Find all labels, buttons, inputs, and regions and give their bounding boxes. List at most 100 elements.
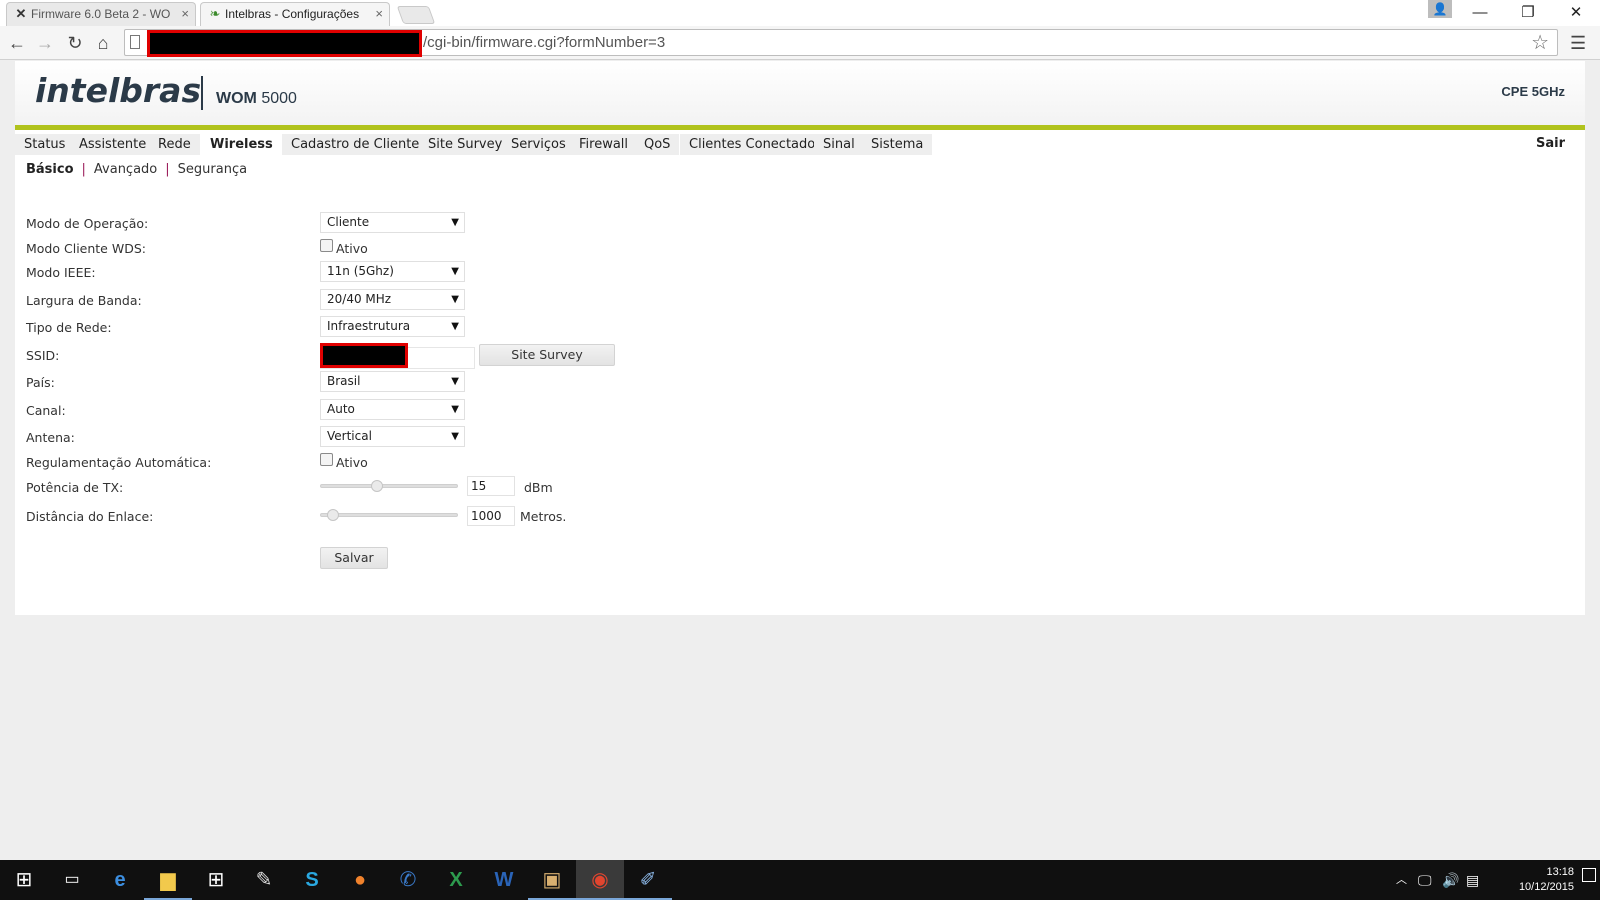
unit-metros: Metros. — [520, 509, 567, 524]
main-nav: Status Assistente Rede Wireless Cadastro… — [15, 130, 1585, 155]
input-potencia[interactable]: 15 — [467, 476, 515, 496]
bookmark-star-icon[interactable]: ☆ — [1531, 31, 1549, 55]
edge-icon[interactable]: e — [96, 860, 144, 900]
nav-qos[interactable]: QoS — [635, 134, 680, 155]
minimize-button[interactable]: — — [1460, 0, 1500, 26]
dropdown-arrow-icon: ▼ — [451, 266, 459, 277]
word-icon[interactable]: W — [480, 860, 528, 900]
select-canal[interactable]: Auto ▼ — [320, 399, 465, 420]
tab-firmware[interactable]: ✕ Firmware 6.0 Beta 2 - WO × — [6, 2, 196, 26]
tab-close-icon[interactable]: × — [181, 3, 189, 25]
reload-icon[interactable]: ↻ — [62, 30, 88, 56]
home-icon[interactable]: ⌂ — [90, 30, 116, 56]
nav-clientes-conectados[interactable]: Clientes Conectados — [680, 134, 831, 155]
redacted-host — [147, 30, 422, 57]
skype-icon[interactable]: S — [288, 860, 336, 900]
subnav-seguranca[interactable]: Segurança — [178, 162, 247, 177]
nav-sistema[interactable]: Sistema — [862, 134, 933, 155]
close-window-button[interactable]: ✕ — [1556, 0, 1596, 26]
paint-icon[interactable]: ✐ — [624, 860, 672, 900]
nav-servicos[interactable]: Serviços — [502, 134, 575, 155]
slider-thumb[interactable] — [327, 509, 339, 521]
x-logo-icon: ✕ — [15, 6, 27, 21]
label-antena: Antena: — [26, 430, 75, 445]
slider-thumb[interactable] — [371, 480, 383, 492]
page-header: intelbras WOM 5000 CPE 5GHz — [15, 61, 1585, 125]
select-antena[interactable]: Vertical ▼ — [320, 426, 465, 447]
ssid-redacted — [320, 343, 408, 368]
label-regulamentacao: Regulamentação Automática: — [26, 455, 212, 470]
checkbox-modo-wds[interactable] — [320, 239, 333, 252]
address-bar[interactable]: /cgi-bin/firmware.cgi?formNumber=3 ☆ — [124, 29, 1558, 57]
message-icon[interactable]: ▤ — [1466, 860, 1479, 900]
select-modo-ieee[interactable]: 11n (5Ghz) ▼ — [320, 261, 465, 282]
subnav-basico[interactable]: Básico — [26, 162, 74, 177]
phone-app-icon[interactable]: ✆ — [384, 860, 432, 900]
firefox-icon[interactable]: ● — [336, 860, 384, 900]
taskbar-clock[interactable]: 13:18 10/12/2015 — [1519, 865, 1574, 895]
dropdown-arrow-icon: ▼ — [451, 321, 459, 332]
browser-toolbar: ← → ↻ ⌂ /cgi-bin/firmware.cgi?formNumber… — [0, 26, 1600, 60]
browser-tabstrip: ✕ Firmware 6.0 Beta 2 - WO × ❧ Intelbras… — [0, 0, 1600, 26]
store-icon[interactable]: ⊞ — [192, 860, 240, 900]
network-icon[interactable]: 🖵 — [1418, 860, 1432, 900]
task-view-icon[interactable]: ▭ — [48, 860, 96, 900]
tray-chevron-icon[interactable]: ︿ — [1396, 860, 1407, 900]
sub-nav: Básico | Avançado | Segurança — [26, 162, 253, 177]
select-tipo-rede[interactable]: Infraestrutura ▼ — [320, 316, 465, 337]
windows-start-icon[interactable]: ⊞ — [0, 860, 48, 900]
label-modo-wds: Modo Cliente WDS: — [26, 241, 146, 256]
action-center-icon[interactable] — [1582, 868, 1596, 882]
logout-link[interactable]: Sair — [1536, 136, 1565, 151]
tab-title: Firmware 6.0 Beta 2 - WO — [31, 7, 171, 21]
file-explorer-icon[interactable]: ▆ — [144, 860, 192, 900]
nav-firewall[interactable]: Firewall — [570, 134, 638, 155]
model-name: WOM 5000 — [216, 90, 297, 108]
nav-rede[interactable]: Rede — [149, 134, 200, 155]
checkbox-regulamentacao[interactable] — [320, 453, 333, 466]
checkbox-label-regulamentacao: Ativo — [336, 455, 368, 470]
select-value: Brasil — [327, 374, 361, 388]
slider-distancia[interactable] — [320, 509, 458, 521]
volume-icon[interactable]: 🔊 — [1442, 860, 1459, 900]
select-pais[interactable]: Brasil ▼ — [320, 371, 465, 392]
dropdown-arrow-icon: ▼ — [451, 376, 459, 387]
subnav-separator: | — [81, 162, 86, 177]
slider-potencia[interactable] — [320, 480, 458, 492]
label-modo-operacao: Modo de Operação: — [26, 216, 149, 231]
tab-intelbras[interactable]: ❧ Intelbras - Configurações × — [200, 2, 390, 26]
save-button[interactable]: Salvar — [320, 547, 388, 569]
input-distancia[interactable]: 1000 — [467, 506, 515, 526]
excel-icon[interactable]: X — [432, 860, 480, 900]
notepad-icon[interactable]: ✎ — [240, 860, 288, 900]
site-survey-button[interactable]: Site Survey — [479, 344, 615, 366]
profile-icon[interactable]: 👤 — [1428, 0, 1452, 18]
nav-sinal[interactable]: Sinal — [814, 134, 864, 155]
select-value: Cliente — [327, 215, 370, 229]
browser-menu-icon[interactable]: ☰ — [1570, 30, 1586, 56]
main-content: Básico | Avançado | Segurança Modo de Operaç… — [15, 155, 1585, 615]
nav-cadastro-clientes[interactable]: Cadastro de Clientes — [282, 134, 436, 155]
tab-close-icon[interactable]: × — [375, 3, 383, 25]
nav-assistente[interactable]: Assistente — [70, 134, 156, 155]
back-icon[interactable]: ← — [4, 30, 30, 56]
restore-button[interactable]: ❐ — [1508, 0, 1548, 26]
dropdown-arrow-icon: ▼ — [451, 217, 459, 228]
select-value: Vertical — [327, 429, 372, 443]
clock-time: 13:18 — [1546, 866, 1574, 878]
subnav-avancado[interactable]: Avançado — [94, 162, 157, 177]
forward-icon[interactable]: → — [32, 30, 58, 56]
address-path: /cgi-bin/firmware.cgi?formNumber=3 — [423, 34, 666, 51]
nav-wireless[interactable]: Wireless — [201, 134, 282, 155]
logo-separator — [201, 76, 203, 110]
label-potencia: Potência de TX: — [26, 480, 124, 495]
subnav-separator: | — [165, 162, 170, 177]
new-tab-button[interactable] — [396, 6, 436, 24]
intelbras-logo: intelbras — [35, 71, 202, 110]
select-largura-banda[interactable]: 20/40 MHz ▼ — [320, 289, 465, 310]
chrome-icon[interactable]: ◉ — [576, 860, 624, 900]
media-app-icon[interactable]: ▣ — [528, 860, 576, 900]
select-modo-operacao[interactable]: Cliente ▼ — [320, 212, 465, 233]
nav-site-survey[interactable]: Site Survey — [419, 134, 512, 155]
nav-status[interactable]: Status — [15, 134, 75, 155]
